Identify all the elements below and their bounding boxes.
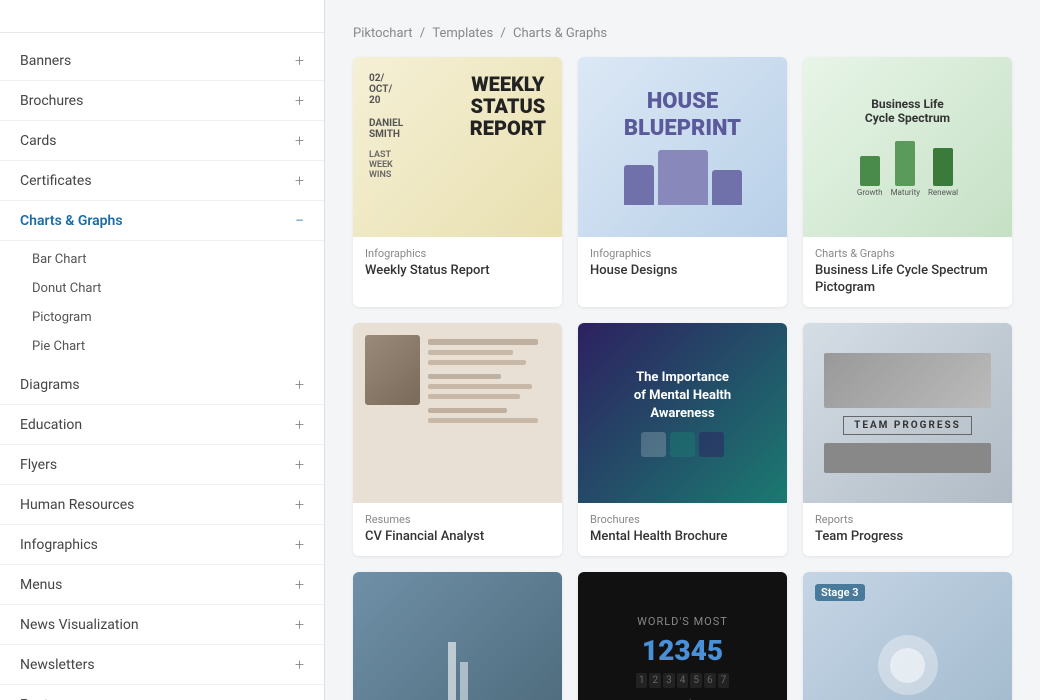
template-info-business-life-cycle-spectrum-pictogram: Charts & Graphs Business Life Cycle Spec…: [803, 237, 1012, 307]
sidebar-item-label-cards: Cards: [20, 133, 56, 149]
sub-item-donut-chart[interactable]: Donut Chart: [0, 274, 324, 303]
sidebar-item-cards[interactable]: Cards +: [0, 121, 324, 161]
sidebar-item-label-posters: Posters: [20, 697, 68, 700]
app-container: Banners + Brochures + Cards + Certificat…: [0, 0, 1040, 700]
template-card-template-7[interactable]: Infrastructure: [353, 572, 562, 700]
sidebar-items-container: Banners + Brochures + Cards + Certificat…: [0, 41, 324, 700]
sidebar-item-infographics[interactable]: Infographics +: [0, 525, 324, 565]
sidebar-item-human-resources[interactable]: Human Resources +: [0, 485, 324, 525]
sidebar-item-label-education: Education: [20, 417, 82, 433]
template-thumb-cv-financial-analyst: [353, 323, 562, 503]
template-info-weekly-status-report: Infographics Weekly Status Report: [353, 237, 562, 290]
template-info-mental-health-brochure: Brochures Mental Health Brochure: [578, 503, 787, 556]
sidebar-item-icon-brochures: +: [295, 91, 304, 110]
template-card-mental-health-brochure[interactable]: The Importanceof Mental HealthAwareness …: [578, 323, 787, 556]
breadcrumb-separator: /: [497, 26, 509, 41]
sidebar-item-menus[interactable]: Menus +: [0, 565, 324, 605]
sidebar-item-label-infographics: Infographics: [20, 537, 98, 553]
template-name-house-designs: House Designs: [590, 263, 775, 280]
sidebar-item-label-human-resources: Human Resources: [20, 497, 134, 513]
sidebar-item-icon-menus: +: [295, 575, 304, 594]
template-thumb-template-8: WORLD'S MOST 12345 1234567 qwerty: [578, 572, 787, 700]
template-card-team-progress[interactable]: TEAM PROGRESS Reports Team Progress: [803, 323, 1012, 556]
breadcrumb-separator: /: [417, 26, 429, 41]
sidebar-item-label-diagrams: Diagrams: [20, 377, 80, 393]
sidebar-item-label-certificates: Certificates: [20, 173, 92, 189]
template-category-cv-financial-analyst: Resumes: [365, 513, 550, 526]
sidebar-item-label-banners: Banners: [20, 53, 71, 69]
sidebar-item-icon-cards: +: [295, 131, 304, 150]
template-card-weekly-status-report[interactable]: 02/OCT/20 DANIELSMITH LASTWEEKWINS WEEKL…: [353, 57, 562, 307]
breadcrumb-part-1[interactable]: Templates: [432, 26, 493, 41]
sidebar-item-icon-banners: +: [295, 51, 304, 70]
template-info-team-progress: Reports Team Progress: [803, 503, 1012, 556]
template-grid: 02/OCT/20 DANIELSMITH LASTWEEKWINS WEEKL…: [353, 57, 1012, 700]
template-name-mental-health-brochure: Mental Health Brochure: [590, 529, 775, 546]
template-info-cv-financial-analyst: Resumes CV Financial Analyst: [353, 503, 562, 556]
template-name-weekly-status-report: Weekly Status Report: [365, 263, 550, 280]
template-thumb-template-9: Stage 3 Stage 1 Stage 3: [803, 572, 1012, 700]
sidebar-item-label-flyers: Flyers: [20, 457, 57, 473]
template-thumb-template-7: Infrastructure: [353, 572, 562, 700]
main-content: Piktochart / Templates / Charts & Graphs…: [325, 0, 1040, 700]
sidebar-item-certificates[interactable]: Certificates +: [0, 161, 324, 201]
sub-item-pictogram[interactable]: Pictogram: [0, 303, 324, 332]
sidebar-item-news-visualization[interactable]: News Visualization +: [0, 605, 324, 645]
template-card-template-9[interactable]: Stage 3 Stage 1 Stage 3: [803, 572, 1012, 700]
sidebar-item-banners[interactable]: Banners +: [0, 41, 324, 81]
template-info-house-designs: Infographics House Designs: [578, 237, 787, 290]
sidebar-item-label-menus: Menus: [20, 577, 62, 593]
sidebar-item-posters[interactable]: Posters +: [0, 685, 324, 700]
breadcrumb-part-2: Charts & Graphs: [513, 26, 607, 41]
sidebar-item-icon-diagrams: +: [295, 375, 304, 394]
template-thumb-business-life-cycle-spectrum-pictogram: Business LifeCycle Spectrum Growth Matur…: [803, 57, 1012, 237]
template-thumb-weekly-status-report: 02/OCT/20 DANIELSMITH LASTWEEKWINS WEEKL…: [353, 57, 562, 237]
template-card-cv-financial-analyst[interactable]: Resumes CV Financial Analyst: [353, 323, 562, 556]
breadcrumb: Piktochart / Templates / Charts & Graphs: [353, 26, 1012, 41]
sidebar-item-icon-charts-graphs: −: [295, 211, 304, 230]
sidebar-item-icon-posters: +: [295, 695, 304, 700]
template-category-house-designs: Infographics: [590, 247, 775, 260]
template-thumb-mental-health-brochure: The Importanceof Mental HealthAwareness: [578, 323, 787, 503]
template-card-business-life-cycle-spectrum-pictogram[interactable]: Business LifeCycle Spectrum Growth Matur…: [803, 57, 1012, 307]
sidebar-title: [0, 16, 324, 33]
template-name-business-life-cycle-spectrum-pictogram: Business Life Cycle Spectrum Pictogram: [815, 263, 1000, 297]
page-header: Piktochart / Templates / Charts & Graphs: [353, 20, 1012, 41]
template-thumb-house-designs: HOUSEBLUEPRINT: [578, 57, 787, 237]
sidebar-item-brochures[interactable]: Brochures +: [0, 81, 324, 121]
sidebar: Banners + Brochures + Cards + Certificat…: [0, 0, 325, 700]
sidebar-item-label-news-visualization: News Visualization: [20, 617, 139, 633]
sidebar-item-label-charts-graphs: Charts & Graphs: [20, 213, 123, 229]
sidebar-item-newsletters[interactable]: Newsletters +: [0, 645, 324, 685]
sidebar-item-icon-news-visualization: +: [295, 615, 304, 634]
sidebar-item-icon-certificates: +: [295, 171, 304, 190]
template-name-team-progress: Team Progress: [815, 529, 1000, 546]
sidebar-item-charts-graphs[interactable]: Charts & Graphs −: [0, 201, 324, 241]
sub-item-bar-chart[interactable]: Bar Chart: [0, 245, 324, 274]
sub-item-pie-chart[interactable]: Pie Chart: [0, 332, 324, 361]
template-name-cv-financial-analyst: CV Financial Analyst: [365, 529, 550, 546]
sidebar-item-education[interactable]: Education +: [0, 405, 324, 445]
template-card-house-designs[interactable]: HOUSEBLUEPRINT Infographics House Design…: [578, 57, 787, 307]
sidebar-item-icon-human-resources: +: [295, 495, 304, 514]
template-category-business-life-cycle-spectrum-pictogram: Charts & Graphs: [815, 247, 1000, 260]
sidebar-item-icon-newsletters: +: [295, 655, 304, 674]
breadcrumb-part-0[interactable]: Piktochart: [353, 26, 413, 41]
sidebar-item-diagrams[interactable]: Diagrams +: [0, 365, 324, 405]
template-category-mental-health-brochure: Brochures: [590, 513, 775, 526]
sidebar-item-icon-infographics: +: [295, 535, 304, 554]
sidebar-item-label-newsletters: Newsletters: [20, 657, 95, 673]
sidebar-item-icon-education: +: [295, 415, 304, 434]
template-thumb-team-progress: TEAM PROGRESS: [803, 323, 1012, 503]
sub-items-charts-graphs: Bar ChartDonut ChartPictogramPie Chart: [0, 241, 324, 365]
sidebar-item-icon-flyers: +: [295, 455, 304, 474]
template-category-team-progress: Reports: [815, 513, 1000, 526]
sidebar-item-label-brochures: Brochures: [20, 93, 83, 109]
sidebar-item-flyers[interactable]: Flyers +: [0, 445, 324, 485]
template-card-template-8[interactable]: WORLD'S MOST 12345 1234567 qwerty: [578, 572, 787, 700]
template-category-weekly-status-report: Infographics: [365, 247, 550, 260]
